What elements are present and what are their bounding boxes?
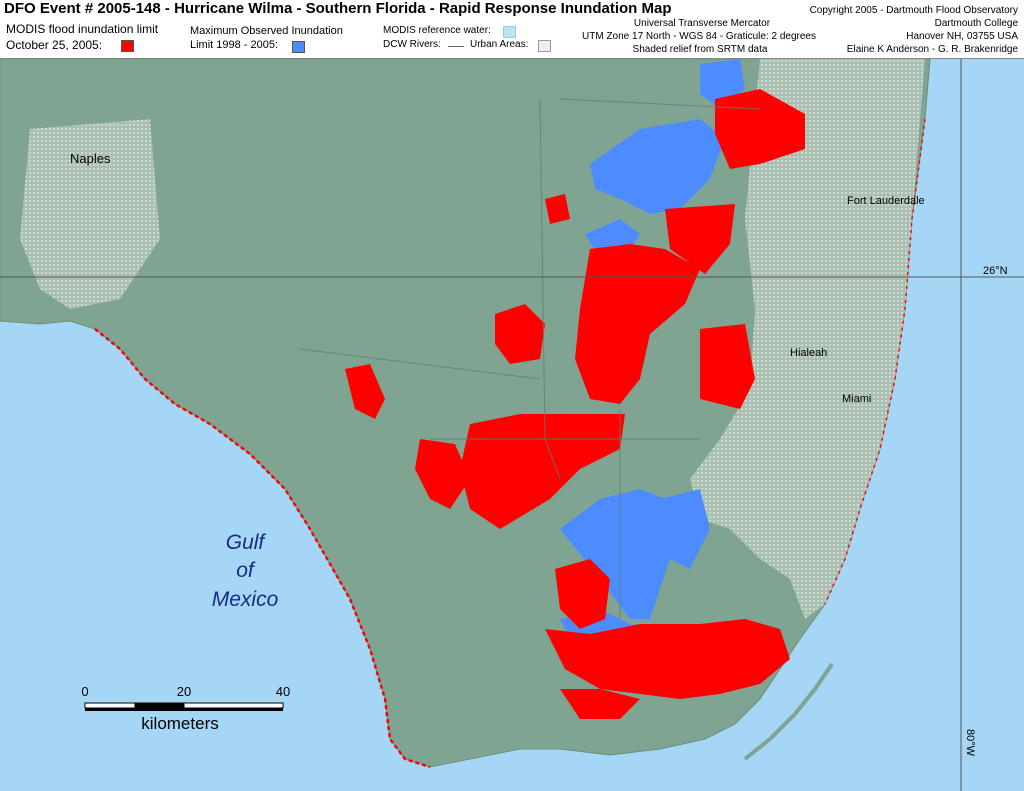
legend-reference-water-swatch (503, 26, 516, 38)
legend-max-range: Limit 1998 - 2005: (190, 39, 279, 51)
graticule-lon-label: 80°W (964, 729, 976, 757)
scale-tick-0: 0 (81, 684, 88, 699)
legend-rivers: DCW Rivers: (383, 39, 441, 50)
legend-max-label: Maximum Observed Inundation (190, 25, 343, 37)
city-label-hialeah: Hialeah (790, 347, 827, 359)
projection-line-1: Universal Transverse Mercator (633, 18, 771, 29)
map-header: DFO Event # 2005-148 - Hurricane Wilma -… (0, 0, 1024, 59)
legend-flood-label: MODIS flood inundation limit (6, 22, 159, 36)
scale-tick-40: 40 (276, 684, 290, 699)
inundation-map[interactable]: 26°N 80°W Naples Fort Lauderdale Hialeah… (0, 59, 1024, 791)
graticule-lat-label: 26°N (983, 265, 1008, 277)
credit-line-1: Copyright 2005 - Dartmouth Flood Observa… (809, 5, 1018, 16)
legend-rivers-line (448, 46, 464, 47)
legend-reference-water: MODIS reference water: (383, 25, 491, 36)
city-label-miami: Miami (842, 393, 871, 405)
scale-unit: kilometers (141, 714, 218, 733)
legend-flood-date: October 25, 2005: (6, 38, 103, 52)
projection-line-2: UTM Zone 17 North - WGS 84 - Graticule: … (582, 31, 816, 42)
projection-line-3: Shaded relief from SRTM data (632, 44, 768, 55)
gulf-label-line-3: Mexico (212, 588, 279, 611)
legend-max-swatch (292, 41, 305, 53)
gulf-label-line-2: of (236, 559, 256, 582)
credit-line-4: Elaine K Anderson - G. R. Brakenridge (846, 44, 1018, 55)
city-label-naples: Naples (70, 151, 111, 166)
city-label-fort-lauderdale: Fort Lauderdale (847, 195, 925, 207)
legend-urban-swatch (538, 40, 551, 52)
credit-line-3: Hanover NH, 03755 USA (906, 31, 1018, 42)
map-title: DFO Event # 2005-148 - Hurricane Wilma -… (4, 0, 672, 17)
gulf-label-line-1: Gulf (226, 531, 267, 554)
scale-tick-20: 20 (177, 684, 191, 699)
legend-flood-swatch (121, 40, 134, 52)
legend-urban: Urban Areas: (470, 39, 529, 50)
credit-line-2: Dartmouth College (934, 18, 1018, 29)
